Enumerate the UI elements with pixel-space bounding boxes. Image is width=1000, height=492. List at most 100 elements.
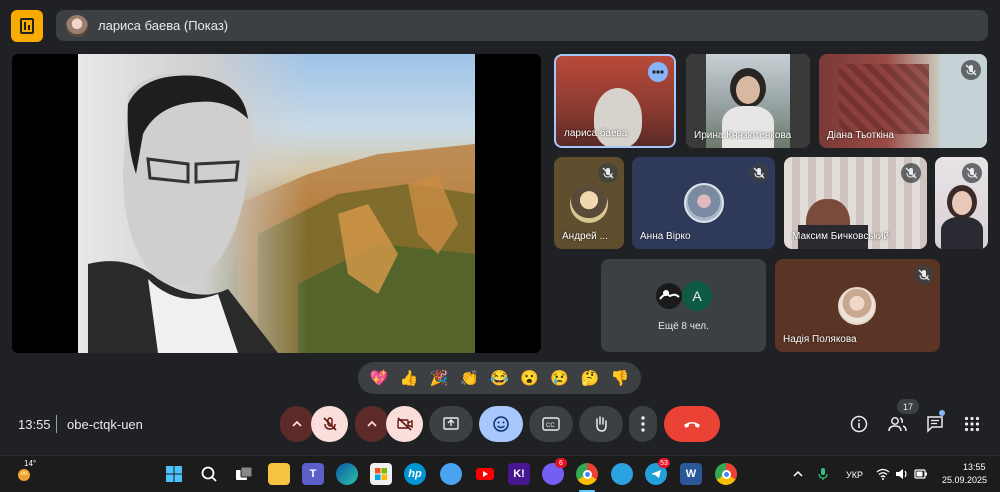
activities-button[interactable] [958,410,986,438]
reactions-button[interactable] [479,406,523,442]
mic-off-icon [962,163,982,183]
reaction-clap[interactable]: 👏 [460,371,479,386]
meet-logo-icon [11,10,43,42]
battery-icon[interactable] [913,463,929,485]
reaction-sad[interactable]: 😢 [550,371,569,386]
people-button[interactable] [883,410,911,438]
chat-button[interactable] [921,410,949,438]
volume-icon[interactable] [894,463,910,485]
search-icon[interactable] [198,463,220,485]
participant-name: Ирина Князютенкова [694,130,792,141]
youtube-icon[interactable] [474,463,496,485]
presentation-area[interactable] [12,54,541,353]
speaking-indicator-icon [648,62,668,82]
participant-tile[interactable]: Надія Полякова [775,259,940,352]
participant-video [594,88,642,146]
mic-off-icon [598,163,618,183]
video-options-button[interactable] [355,406,389,442]
mic-off-icon [322,417,337,431]
teams-icon[interactable]: T [302,463,324,485]
meeting-code: obe-ctqk-uen [67,417,143,432]
people-icon [888,417,907,432]
more-participants-label: Ещё 8 чел. [658,321,709,332]
reaction-thinking[interactable]: 🤔 [580,371,599,386]
mic-off-icon [961,60,981,80]
meeting-details-button[interactable] [845,410,873,438]
mic-off-icon [749,163,769,183]
participant-video [839,64,929,134]
svg-text:CC: CC [546,423,555,429]
presenter-label: лариса баева (Показ) [98,18,229,33]
info-icon [850,415,868,433]
telegram-icon[interactable] [611,463,633,485]
reaction-heart[interactable]: 💖 [370,371,389,386]
chevron-up-icon [367,420,377,427]
participant-tile[interactable]: Ирина Князютенкова [686,54,810,148]
participant-tile[interactable]: Максим Бичковський [784,157,927,249]
file-explorer-icon[interactable] [268,463,290,485]
participant-avatar [570,185,608,223]
reaction-party[interactable]: 🎉 [430,371,449,386]
chat-icon [927,416,943,433]
participant-name: Максим Бичковський [792,231,890,242]
reactions-bar: 💖 👍 🎉 👏 😂 😮 😢 🤔 👎 [358,362,641,394]
microphone-icon[interactable] [815,463,831,485]
chevron-up-icon[interactable] [790,463,806,485]
captions-button[interactable]: CC [529,406,573,442]
participant-name: Діана Тьоткіна [827,130,894,141]
chat-notification-dot [939,410,945,416]
reaction-thumbs-up[interactable]: 👍 [400,371,419,386]
camera-toggle-button[interactable] [386,406,423,442]
participant-tile[interactable]: Андрей ... [554,157,624,249]
kahoot-icon[interactable]: K! [508,463,530,485]
windows-taskbar: 14° T hp K! 6 53 W УКР 13:55 25.09.2025 [0,455,1000,492]
reaction-laugh[interactable]: 😂 [490,371,509,386]
divider [56,415,57,433]
hp-icon[interactable]: hp [404,463,426,485]
mic-off-icon [901,163,921,183]
participant-name: Анна Вірко [640,231,691,242]
participant-tile[interactable]: Анна Вірко [632,157,775,249]
present-screen-button[interactable] [429,406,473,442]
input-language[interactable]: УКР [846,470,863,480]
edge-icon[interactable] [336,463,358,485]
store-icon[interactable] [370,463,392,485]
portrait-image [88,73,278,353]
more-participants-tile[interactable]: A Ещё 8 чел. [601,259,766,352]
taskbar-date[interactable]: 25.09.2025 [942,475,987,485]
leave-call-button[interactable] [664,406,720,442]
word-icon[interactable]: W [680,463,702,485]
weather-temperature: 14° [24,459,37,468]
apps-grid-icon [964,416,980,432]
participant-avatar [684,183,724,223]
end-call-icon [684,422,700,428]
raise-hand-button[interactable] [579,406,623,442]
google-meet-window: лариса баева (Показ) лариса баева Ирина … [0,0,1000,455]
reaction-thumbs-down[interactable]: 👎 [611,371,630,386]
audio-options-button[interactable] [280,406,314,442]
raise-hand-icon [596,416,607,432]
chevron-up-icon [292,420,302,427]
microphone-toggle-button[interactable] [311,406,348,442]
wifi-icon[interactable] [875,463,891,485]
present-screen-icon [443,417,459,430]
emoji-icon [493,416,509,432]
viber-badge: 6 [555,458,567,468]
participant-tile[interactable]: лариса баева [554,54,676,148]
presentation-slide [78,54,475,353]
meeting-clock: 13:55 [18,417,51,432]
presenter-bar[interactable]: лариса баева (Показ) [56,10,988,41]
taskbar-clock[interactable]: 13:55 [963,462,986,472]
chrome-profile-icon[interactable] [715,463,737,485]
chrome-icon[interactable] [576,463,598,485]
presenter-avatar [66,14,88,37]
app-yellow-icon[interactable] [440,463,462,485]
participant-avatar [838,287,876,325]
start-icon[interactable] [163,463,185,485]
reaction-surprised[interactable]: 😮 [520,371,539,386]
participant-tile[interactable]: Діана Тьоткіна [819,54,987,148]
more-options-button[interactable] [629,406,657,442]
participant-tile[interactable] [935,157,988,249]
task-view-icon[interactable] [233,463,255,485]
participant-avatar [654,281,684,311]
